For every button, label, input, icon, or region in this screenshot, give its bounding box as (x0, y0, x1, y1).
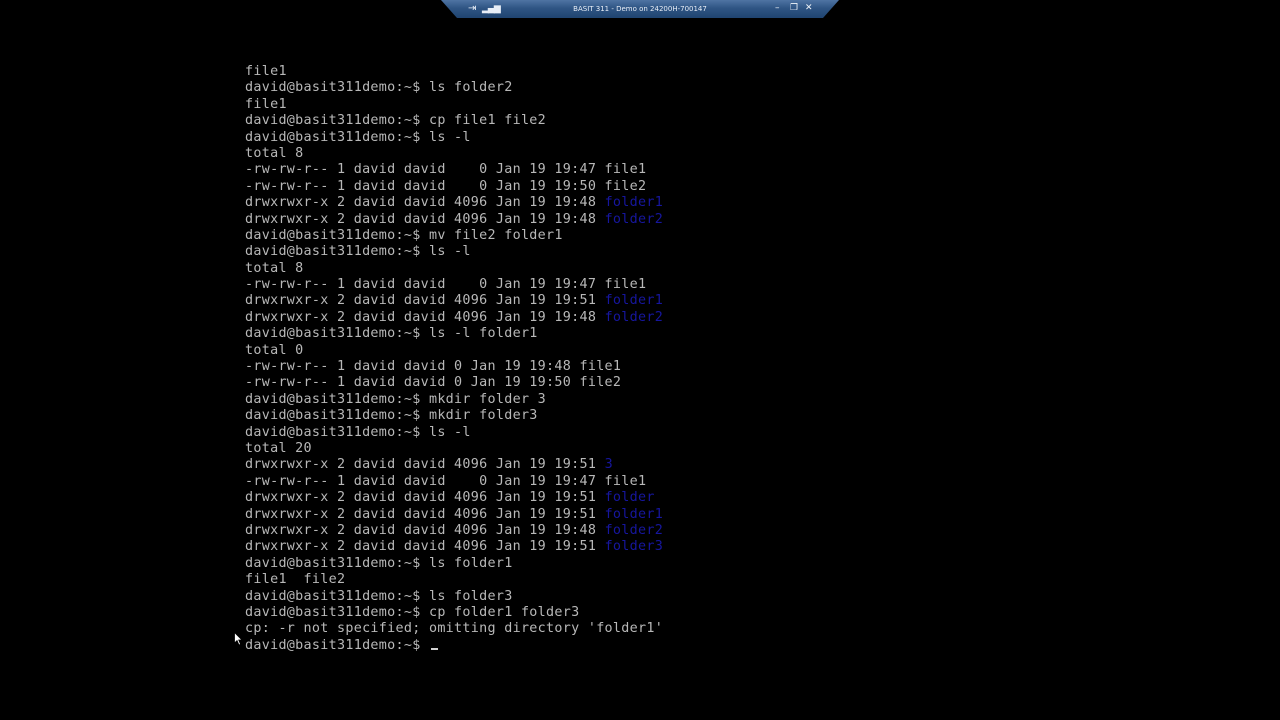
terminal-line: -rw-rw-r-- 1 david david 0 Jan 19 19:47 … (245, 162, 663, 178)
terminal-text: file1 (245, 96, 287, 112)
terminal-line: david@basit311demo:~$ ls -l (245, 130, 663, 146)
terminal-text: -rw-rw-r-- 1 david david 0 Jan 19 19:47 … (245, 162, 647, 178)
terminal-line: drwxrwxr-x 2 david david 4096 Jan 19 19:… (245, 457, 663, 473)
terminal-line: -rw-rw-r-- 1 david david 0 Jan 19 19:47 … (245, 474, 663, 490)
terminal-history: file1 david@basit311demo:~$ ls folder2 fil… (245, 64, 663, 638)
terminal-text: david@basit311demo:~$ ls folder3 (245, 588, 513, 604)
terminal-text: -rw-rw-r-- 1 david david 0 Jan 19 19:50 … (245, 375, 622, 391)
remote-connection-bar[interactable]: ⇥ ▂▄▆ BASIT 311 - Demo on 24200H-700147 … (441, 0, 839, 18)
pin-icon[interactable]: ⇥ (468, 2, 476, 16)
terminal-text: david@basit311demo:~$ ls folder1 (245, 555, 513, 571)
connection-title: BASIT 311 - Demo on 24200H-700147 (573, 5, 707, 13)
terminal-text: drwxrwxr-x 2 david david 4096 Jan 19 19:… (245, 522, 605, 538)
mouse-pointer-icon (234, 632, 243, 646)
terminal-prompt-line[interactable]: david@basit311demo:~$ (245, 638, 663, 654)
directory-name: folder2 (604, 211, 664, 227)
terminal-line: drwxrwxr-x 2 david david 4096 Jan 19 19:… (245, 490, 663, 506)
terminal-text: -rw-rw-r-- 1 david david 0 Jan 19 19:50 … (245, 178, 647, 194)
terminal-line: david@basit311demo:~$ mkdir folder 3 (245, 392, 663, 408)
signal-strength-icon: ▂▄▆ (482, 4, 500, 14)
terminal-text: drwxrwxr-x 2 david david 4096 Jan 19 19:… (245, 293, 605, 309)
terminal-line: -rw-rw-r-- 1 david david 0 Jan 19 19:50 … (245, 375, 663, 391)
terminal-text: david@basit311demo:~$ mkdir folder3 (245, 408, 538, 424)
terminal-text: total 8 (245, 145, 304, 161)
directory-name: folder2 (604, 309, 664, 325)
remote-desktop-screen: ⇥ ▂▄▆ BASIT 311 - Demo on 24200H-700147 … (0, 0, 1280, 720)
directory-name: folder1 (604, 195, 664, 211)
terminal-text: drwxrwxr-x 2 david david 4096 Jan 19 19:… (245, 539, 605, 555)
minimize-icon[interactable]: – (775, 2, 780, 15)
terminal-text: total 8 (245, 260, 304, 276)
terminal-text: drwxrwxr-x 2 david david 4096 Jan 19 19:… (245, 195, 605, 211)
terminal-line: david@basit311demo:~$ ls -l folder1 (245, 326, 663, 342)
terminal-text: david@basit311demo:~$ ls -l (245, 129, 471, 145)
directory-name: folder (604, 490, 655, 506)
terminal-line: -rw-rw-r-- 1 david david 0 Jan 19 19:47 … (245, 277, 663, 293)
terminal-line: david@basit311demo:~$ ls folder1 (245, 556, 663, 572)
terminal-text: drwxrwxr-x 2 david david 4096 Jan 19 19:… (245, 211, 605, 227)
terminal-line: david@basit311demo:~$ ls folder2 (245, 80, 663, 96)
directory-name: folder1 (604, 506, 664, 522)
terminal-text: drwxrwxr-x 2 david david 4096 Jan 19 19:… (245, 506, 605, 522)
terminal-line: david@basit311demo:~$ mv file2 folder1 (245, 228, 663, 244)
terminal-text: drwxrwxr-x 2 david david 4096 Jan 19 19:… (245, 309, 605, 325)
directory-name: folder2 (604, 522, 664, 538)
text-cursor-icon (430, 647, 438, 650)
terminal-text: david@basit311demo:~$ mv file2 folder1 (245, 227, 563, 243)
restore-icon[interactable]: ❐ (790, 2, 798, 15)
terminal-text: total 20 (245, 440, 312, 456)
terminal-text: -rw-rw-r-- 1 david david 0 Jan 19 19:47 … (245, 277, 647, 293)
terminal-line: -rw-rw-r-- 1 david david 0 Jan 19 19:50 … (245, 179, 663, 195)
close-icon[interactable]: ✕ (805, 2, 813, 15)
terminal-line: drwxrwxr-x 2 david david 4096 Jan 19 19:… (245, 523, 663, 539)
terminal-line: david@basit311demo:~$ ls -l (245, 425, 663, 441)
terminal-text: cp: -r not specified; omitting directory… (245, 621, 664, 637)
directory-name: 3 (604, 457, 613, 473)
prompt-text: david@basit311demo:~$ (245, 637, 429, 653)
terminal-text: david@basit311demo:~$ mkdir folder 3 (245, 391, 547, 407)
terminal-line: total 20 (245, 441, 663, 457)
terminal-line: drwxrwxr-x 2 david david 4096 Jan 19 19:… (245, 195, 663, 211)
terminal-line: drwxrwxr-x 2 david david 4096 Jan 19 19:… (245, 539, 663, 555)
terminal-text: -rw-rw-r-- 1 david david 0 Jan 19 19:48 … (245, 359, 622, 375)
terminal-line: total 8 (245, 261, 663, 277)
terminal-text: drwxrwxr-x 2 david david 4096 Jan 19 19:… (245, 457, 605, 473)
terminal-text: file1 file2 (245, 572, 346, 588)
terminal-line: drwxrwxr-x 2 david david 4096 Jan 19 19:… (245, 310, 663, 326)
terminal-line: file1 file2 (245, 572, 663, 588)
terminal-text: -rw-rw-r-- 1 david david 0 Jan 19 19:47 … (245, 473, 647, 489)
terminal-text: file1 (245, 64, 287, 79)
terminal-line: drwxrwxr-x 2 david david 4096 Jan 19 19:… (245, 212, 663, 228)
directory-name: folder3 (604, 539, 664, 555)
terminal-line: drwxrwxr-x 2 david david 4096 Jan 19 19:… (245, 507, 663, 523)
terminal-line: david@basit311demo:~$ ls folder3 (245, 589, 663, 605)
terminal-text: total 0 (245, 342, 304, 358)
terminal-text: david@basit311demo:~$ ls folder2 (245, 80, 513, 96)
terminal-line: -rw-rw-r-- 1 david david 0 Jan 19 19:48 … (245, 359, 663, 375)
terminal-text: david@basit311demo:~$ cp file1 file2 (245, 113, 547, 129)
terminal-line: david@basit311demo:~$ mkdir folder3 (245, 408, 663, 424)
terminal-line: cp: -r not specified; omitting directory… (245, 621, 663, 637)
terminal-line: david@basit311demo:~$ cp file1 file2 (245, 113, 663, 129)
terminal-line: total 0 (245, 343, 663, 359)
terminal-line: file1 (245, 64, 663, 80)
terminal-output[interactable]: file1 david@basit311demo:~$ ls folder2 fil… (245, 64, 663, 654)
terminal-text: david@basit311demo:~$ ls -l (245, 424, 471, 440)
terminal-line: david@basit311demo:~$ ls -l (245, 244, 663, 260)
terminal-line: david@basit311demo:~$ cp folder1 folder3 (245, 605, 663, 621)
terminal-line: total 8 (245, 146, 663, 162)
terminal-text: david@basit311demo:~$ ls -l (245, 244, 471, 260)
directory-name: folder1 (604, 293, 664, 309)
terminal-line: file1 (245, 97, 663, 113)
terminal-text: david@basit311demo:~$ cp folder1 folder3 (245, 604, 580, 620)
terminal-text: drwxrwxr-x 2 david david 4096 Jan 19 19:… (245, 490, 605, 506)
terminal-line: drwxrwxr-x 2 david david 4096 Jan 19 19:… (245, 293, 663, 309)
terminal-text: david@basit311demo:~$ ls -l folder1 (245, 326, 538, 342)
